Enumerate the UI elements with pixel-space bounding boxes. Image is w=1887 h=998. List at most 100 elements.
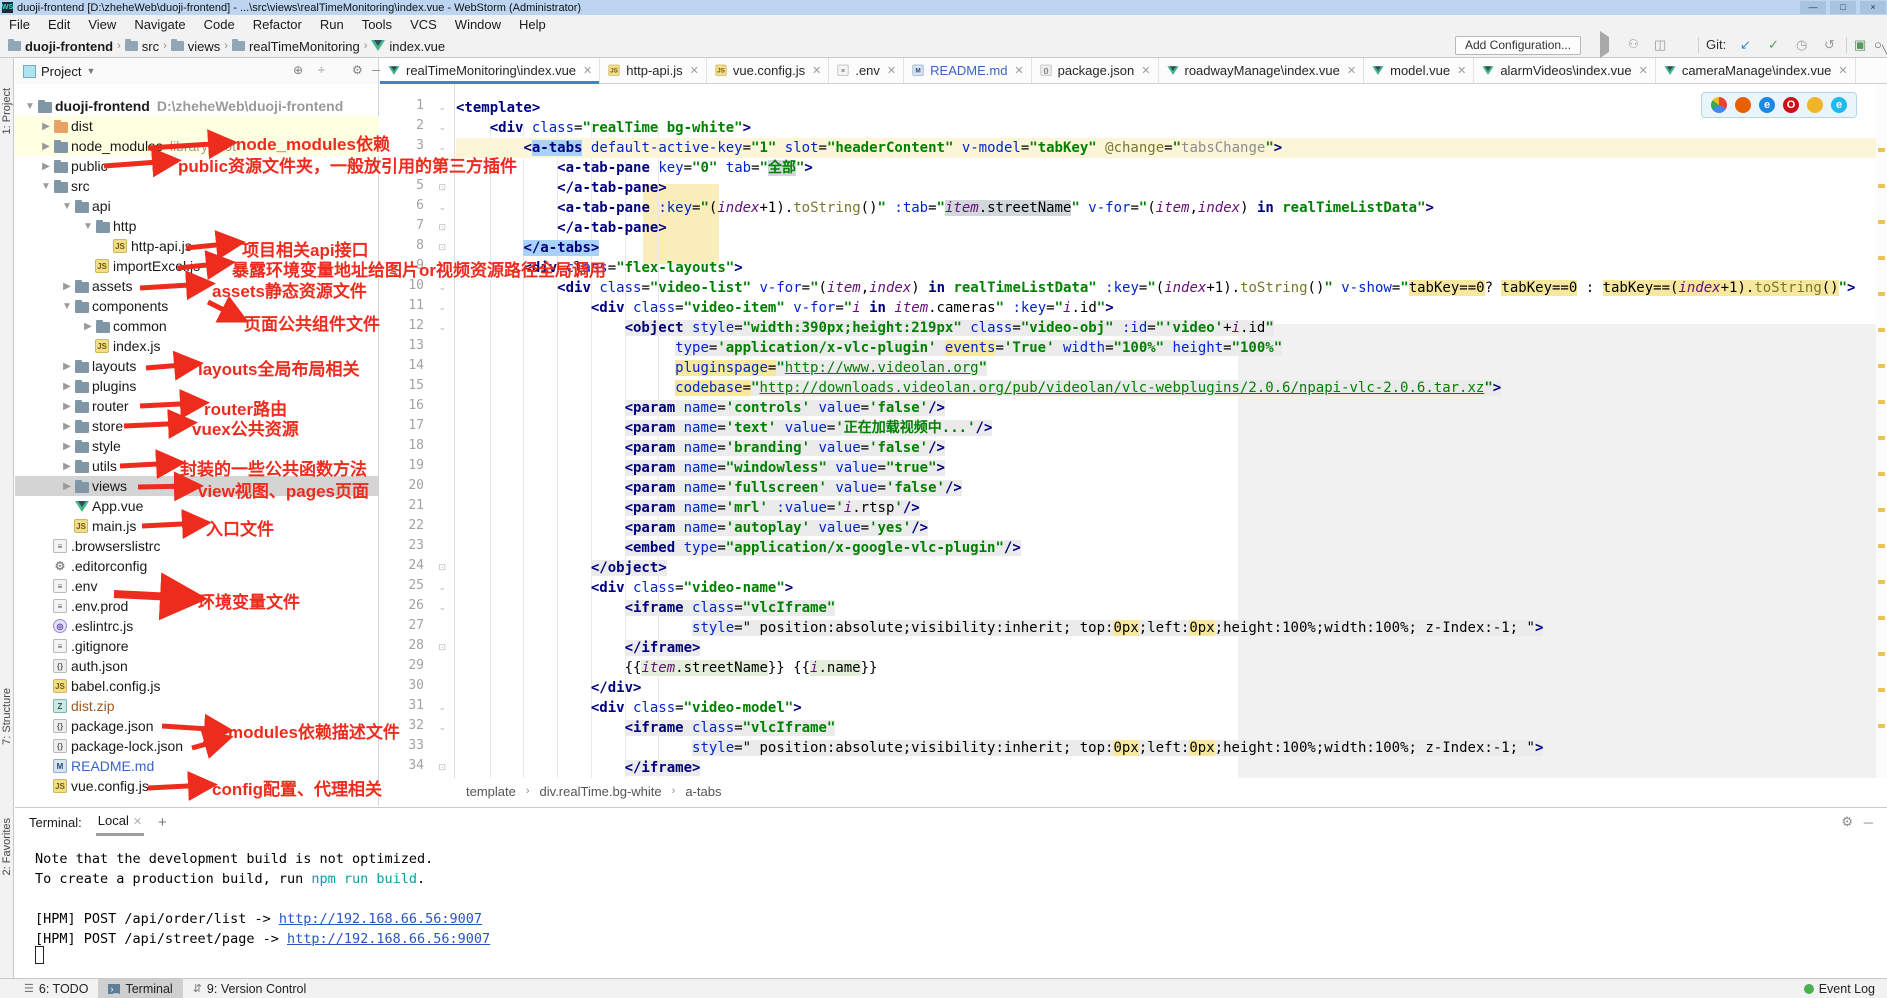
tree-item-dist[interactable]: ▶dist <box>15 116 379 136</box>
breadcrumb-item[interactable]: src <box>142 39 159 54</box>
add-configuration-button[interactable]: Add Configuration... <box>1455 36 1581 55</box>
tool-window-favorites[interactable]: 2: Favorites <box>1 818 13 875</box>
warning-stripe-mark[interactable] <box>1878 580 1885 584</box>
fold-marker-icon[interactable]: ⊡ <box>438 562 446 573</box>
tree-item-App.vue[interactable]: App.vue <box>15 496 379 516</box>
breadcrumb-item[interactable]: index.vue <box>389 39 445 54</box>
fold-marker-icon[interactable]: ⊡ <box>438 762 446 773</box>
fold-marker-icon[interactable]: ⌄ <box>438 702 446 713</box>
tree-item-package-lock.json[interactable]: {}package-lock.json <box>15 736 379 756</box>
warning-stripe-mark[interactable] <box>1878 508 1885 512</box>
menu-navigate[interactable]: Navigate <box>125 15 194 34</box>
tree-item-.gitignore[interactable]: ≡.gitignore <box>15 636 379 656</box>
tree-item-package.json[interactable]: {}package.json <box>15 716 379 736</box>
run-anything-icon[interactable]: ▣ <box>1854 37 1866 53</box>
tree-item-duoji-frontend[interactable]: ▼duoji-frontendD:\zheheWeb\duoji-fronten… <box>15 96 379 116</box>
opera-icon[interactable]: O <box>1783 97 1799 113</box>
yellow-browser-icon[interactable] <box>1807 97 1823 113</box>
tree-item-router[interactable]: ▶router <box>15 396 379 416</box>
warning-stripe-mark[interactable] <box>1878 436 1885 440</box>
warning-stripe-mark[interactable] <box>1878 148 1885 152</box>
coverage-icon[interactable]: ◫ <box>1654 37 1666 53</box>
minimize-button[interactable]: — <box>1800 1 1826 14</box>
chevron-down-icon[interactable]: ▼ <box>25 101 35 112</box>
chevron-down-icon[interactable]: ▼ <box>62 201 72 212</box>
tree-item-importExcel.js[interactable]: JSimportExcel.js <box>15 256 379 276</box>
close-icon[interactable]: ✕ <box>583 64 592 77</box>
chevron-right-icon[interactable]: ▶ <box>62 421 72 432</box>
terminal-hide-icon[interactable]: ─ <box>1864 815 1873 830</box>
fold-marker-icon[interactable]: ⌄ <box>438 322 446 333</box>
ie-icon[interactable]: e <box>1831 97 1847 113</box>
warning-stripe-mark[interactable] <box>1878 400 1885 404</box>
close-icon[interactable]: ✕ <box>1838 64 1847 77</box>
menu-help[interactable]: Help <box>510 15 555 34</box>
close-icon[interactable]: ✕ <box>1639 64 1648 77</box>
warning-stripe-mark[interactable] <box>1878 544 1885 548</box>
editor-tab-realTimeMonitoring-index.vue[interactable]: realTimeMonitoring\index.vue✕ <box>380 58 600 83</box>
tree-item-main.js[interactable]: JSmain.js <box>15 516 379 536</box>
tree-item-.env[interactable]: ≡.env <box>15 576 379 596</box>
warning-stripe-mark[interactable] <box>1878 724 1885 728</box>
close-icon[interactable]: ✕ <box>133 816 142 828</box>
chevron-right-icon[interactable]: ▶ <box>41 141 51 152</box>
warning-stripe-mark[interactable] <box>1878 364 1885 368</box>
tree-item-.env.prod[interactable]: ≡.env.prod <box>15 596 379 616</box>
tree-item-http[interactable]: ▼http <box>15 216 379 236</box>
tree-item-README.md[interactable]: MREADME.md <box>15 756 379 776</box>
terminal-tab-local[interactable]: Local✕ <box>96 808 144 836</box>
warning-stripe-mark[interactable] <box>1878 184 1885 188</box>
warning-stripe-mark[interactable] <box>1878 256 1885 260</box>
editor-breadcrumb-item[interactable]: template <box>466 784 516 799</box>
fold-marker-icon[interactable]: ⌄ <box>438 582 446 593</box>
tool-window-structure[interactable]: 7: Structure <box>1 688 13 745</box>
menu-code[interactable]: Code <box>195 15 244 34</box>
firefox-icon[interactable] <box>1735 97 1751 113</box>
gear-icon[interactable]: ⚙ <box>352 63 363 77</box>
tree-item-babel.config.js[interactable]: JSbabel.config.js <box>15 676 379 696</box>
menu-view[interactable]: View <box>79 15 125 34</box>
tree-item-public[interactable]: ▶public <box>15 156 379 176</box>
tree-item-utils[interactable]: ▶utils <box>15 456 379 476</box>
close-icon[interactable]: ✕ <box>690 64 699 77</box>
chevron-right-icon[interactable]: ▶ <box>62 381 72 392</box>
tree-item-.editorconfig[interactable]: ⚙.editorconfig <box>15 556 379 576</box>
menu-run[interactable]: Run <box>311 15 353 34</box>
fold-marker-icon[interactable]: ⌄ <box>438 722 446 733</box>
chevron-right-icon[interactable]: ▶ <box>41 121 51 132</box>
chevron-right-icon[interactable]: ▶ <box>83 321 93 332</box>
menu-vcs[interactable]: VCS <box>401 15 446 34</box>
menu-edit[interactable]: Edit <box>39 15 79 34</box>
chevron-right-icon[interactable]: ▶ <box>41 161 51 172</box>
menu-tools[interactable]: Tools <box>353 15 401 34</box>
chrome-icon[interactable] <box>1711 97 1727 113</box>
terminal-gear-icon[interactable]: ⚙ <box>1841 814 1853 830</box>
breadcrumb-item[interactable]: views <box>188 39 221 54</box>
history-clock-icon[interactable]: ◷ <box>1796 37 1807 53</box>
maximize-button[interactable]: □ <box>1830 1 1856 14</box>
tree-item-store[interactable]: ▶store <box>15 416 379 436</box>
tree-item-vue.config.js[interactable]: JSvue.config.js <box>15 776 379 796</box>
warning-stripe-mark[interactable] <box>1878 292 1885 296</box>
tree-item-assets[interactable]: ▶assets <box>15 276 379 296</box>
chevron-right-icon[interactable]: ▶ <box>62 481 72 492</box>
statusbar-todo[interactable]: ☰6: TODO <box>14 979 98 998</box>
tree-item-src[interactable]: ▼src <box>15 176 379 196</box>
menu-window[interactable]: Window <box>446 15 510 34</box>
locate-file-icon[interactable]: ⊕ <box>293 63 303 77</box>
tree-item-index.js[interactable]: JSindex.js <box>15 336 379 356</box>
error-stripe[interactable] <box>1876 84 1887 778</box>
fold-marker-icon[interactable]: ⌄ <box>438 602 446 613</box>
fold-marker-icon[interactable]: ⌄ <box>438 102 446 113</box>
close-icon[interactable]: ✕ <box>1141 64 1150 77</box>
tree-item-api[interactable]: ▼api <box>15 196 379 216</box>
tree-item-views[interactable]: ▶views <box>15 476 379 496</box>
menu-refactor[interactable]: Refactor <box>244 15 311 34</box>
tree-item-.browserslistrc[interactable]: ≡.browserslistrc <box>15 536 379 556</box>
search-everywhere-icon[interactable]: ○╲ <box>1874 37 1882 52</box>
warning-stripe-mark[interactable] <box>1878 220 1885 224</box>
fold-marker-icon[interactable]: ⌄ <box>438 282 446 293</box>
fold-marker-icon[interactable]: ⌄ <box>438 202 446 213</box>
project-panel-header[interactable]: Project ▼ ⊕ ÷ ⚙ ─ <box>15 58 378 84</box>
editor-breadcrumb-item[interactable]: div.realTime.bg-white <box>540 784 662 799</box>
